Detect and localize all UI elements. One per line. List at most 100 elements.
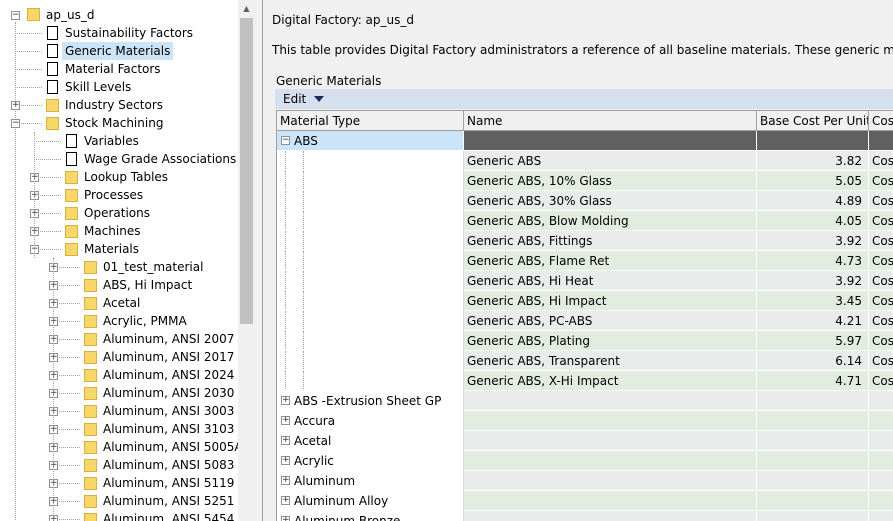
material-name-cell[interactable]: Generic ABS, 30% Glass (464, 191, 757, 211)
table-row[interactable]: Generic ABS, X-Hi Impact4.71Cost (277, 371, 893, 391)
tree-item[interactable]: Aluminum, ANSI 5083 (100, 456, 237, 474)
base-cost-cell[interactable]: 5.97 (757, 331, 869, 351)
tree-item[interactable]: Aluminum, ANSI 5251 (100, 492, 237, 510)
base-cost-cell[interactable]: 6.14 (757, 351, 869, 371)
column-header-cost[interactable]: Cost (869, 111, 893, 131)
cost-unit-cell[interactable]: Cost (869, 211, 893, 231)
table-row[interactable]: Generic ABS, Plating5.97Cost (277, 331, 893, 351)
tree-item[interactable]: Aluminum, ANSI 2024 (100, 366, 237, 384)
expand-icon[interactable]: + (11, 101, 20, 110)
table-row[interactable]: Generic ABS, 10% Glass5.05Cost (277, 171, 893, 191)
tree-scrollbar-thumb[interactable] (240, 18, 253, 324)
column-header-material-type[interactable]: Material Type (277, 111, 464, 131)
material-name-cell[interactable]: Generic ABS, 10% Glass (464, 171, 757, 191)
navigation-tree[interactable]: − ap_us_d Sustainability Factors Generic … (0, 0, 255, 521)
tree-item[interactable]: Material Factors (62, 60, 164, 78)
base-cost-cell[interactable]: 3.92 (757, 231, 869, 251)
expand-icon[interactable]: + (281, 496, 290, 505)
table-row[interactable]: Generic ABS, Hi Heat3.92Cost (277, 271, 893, 291)
tree-item[interactable]: Aluminum, ANSI 2007 (100, 330, 237, 348)
material-name-cell[interactable]: Generic ABS, Fittings (464, 231, 757, 251)
tree-item[interactable]: 01_test_material (100, 258, 206, 276)
edit-menu-button[interactable]: Edit (283, 89, 325, 109)
cost-unit-cell[interactable]: Cost (869, 171, 893, 191)
tree-item[interactable]: Operations (81, 204, 153, 222)
base-cost-cell[interactable]: 5.05 (757, 171, 869, 191)
cost-unit-cell[interactable]: Cost (869, 311, 893, 331)
expand-icon[interactable]: + (281, 476, 290, 485)
tree-item[interactable]: Processes (81, 186, 146, 204)
group-row[interactable]: + Aluminum (277, 471, 893, 491)
group-row[interactable]: + Aluminum Alloy (277, 491, 893, 511)
tree-item[interactable]: Aluminum, ANSI 3103 (100, 420, 237, 438)
group-cell[interactable]: + Aluminum Bronze (277, 511, 464, 521)
table-row[interactable]: Generic ABS, PC-ABS4.21Cost (277, 311, 893, 331)
base-cost-cell[interactable]: 4.71 (757, 371, 869, 391)
table-row[interactable]: Generic ABS, Transparent6.14Cost (277, 351, 893, 371)
base-cost-cell[interactable]: 3.45 (757, 291, 869, 311)
column-header-base-cost[interactable]: Base Cost Per Unit (757, 111, 869, 131)
tree-item[interactable]: ABS, Hi Impact (100, 276, 195, 294)
tree-item[interactable]: Materials (81, 240, 142, 258)
expand-icon[interactable]: + (281, 396, 290, 405)
material-name-cell[interactable]: Generic ABS, Transparent (464, 351, 757, 371)
materials-grid[interactable]: Material Type Name Base Cost Per Unit Co… (276, 110, 893, 521)
material-name-cell[interactable]: Generic ABS, Plating (464, 331, 757, 351)
group-cell[interactable]: + Acetal (277, 431, 464, 451)
group-cell[interactable]: + Aluminum (277, 471, 464, 491)
table-row[interactable]: Generic ABS, Hi Impact3.45Cost (277, 291, 893, 311)
base-cost-cell[interactable]: 4.89 (757, 191, 869, 211)
table-row[interactable]: Generic ABS, Blow Molding4.05Cost (277, 211, 893, 231)
tree-item[interactable]: Aluminum, ANSI 3003 (100, 402, 237, 420)
table-row[interactable]: Generic ABS, Flame Ret4.73Cost (277, 251, 893, 271)
panel-splitter[interactable] (255, 0, 263, 521)
tree-root-label[interactable]: ap_us_d (43, 6, 97, 24)
cost-unit-cell[interactable]: Cost (869, 151, 893, 171)
group-row[interactable]: + ABS -Extrusion Sheet GP (277, 391, 893, 411)
tree-item[interactable]: Wage Grade Associations (81, 150, 239, 168)
tree-item[interactable]: Generic Materials (62, 42, 174, 60)
tree-item[interactable]: Aluminum, ANSI 2017 (100, 348, 237, 366)
column-header-name[interactable]: Name (464, 111, 757, 131)
material-name-cell[interactable]: Generic ABS, Hi Heat (464, 271, 757, 291)
tree-item[interactable]: Sustainability Factors (62, 24, 196, 42)
collapse-icon[interactable]: − (11, 119, 20, 128)
expand-icon[interactable]: + (281, 516, 290, 521)
cost-unit-cell[interactable]: Cost (869, 251, 893, 271)
expand-icon[interactable]: + (281, 416, 290, 425)
cost-unit-cell[interactable]: Cost (869, 271, 893, 291)
cost-unit-cell[interactable]: Cost (869, 191, 893, 211)
tree-item[interactable]: Acrylic, PMMA (100, 312, 190, 330)
group-row[interactable]: − ABS (277, 131, 893, 151)
group-row[interactable]: + Acrylic (277, 451, 893, 471)
tree-item[interactable]: Aluminum, ANSI 5119 (100, 474, 237, 492)
table-row[interactable]: Generic ABS, 30% Glass4.89Cost (277, 191, 893, 211)
group-cell[interactable]: − ABS (277, 131, 464, 151)
tree-item[interactable]: Stock Machining (62, 114, 166, 132)
group-cell[interactable]: + Accura (277, 411, 464, 431)
cost-unit-cell[interactable]: Cost (869, 351, 893, 371)
tree-item[interactable]: Industry Sectors (62, 96, 166, 114)
material-name-cell[interactable]: Generic ABS, PC-ABS (464, 311, 757, 331)
material-name-cell[interactable]: Generic ABS, Hi Impact (464, 291, 757, 311)
cost-unit-cell[interactable]: Cost (869, 331, 893, 351)
tree-item[interactable]: Acetal (100, 294, 143, 312)
tree-item[interactable]: Aluminum, ANSI 5005A (100, 438, 246, 456)
cost-unit-cell[interactable]: Cost (869, 371, 893, 391)
scroll-up-arrow-icon[interactable]: ▲ (238, 0, 255, 17)
group-cell[interactable]: + Acrylic (277, 451, 464, 471)
cost-unit-cell[interactable]: Cost (869, 231, 893, 251)
tree-item[interactable]: Lookup Tables (81, 168, 171, 186)
group-row[interactable]: + Accura (277, 411, 893, 431)
table-row[interactable]: Generic ABS, Fittings3.92Cost (277, 231, 893, 251)
group-row[interactable]: + Acetal (277, 431, 893, 451)
expand-icon[interactable]: + (281, 456, 290, 465)
tree-item[interactable]: Aluminum, ANSI 2030 (100, 384, 237, 402)
base-cost-cell[interactable]: 3.82 (757, 151, 869, 171)
table-row[interactable]: Generic ABS3.82Cost (277, 151, 893, 171)
base-cost-cell[interactable]: 4.05 (757, 211, 869, 231)
expand-icon[interactable]: + (281, 436, 290, 445)
collapse-icon[interactable]: − (281, 136, 290, 145)
material-name-cell[interactable]: Generic ABS (464, 151, 757, 171)
base-cost-cell[interactable]: 4.73 (757, 251, 869, 271)
